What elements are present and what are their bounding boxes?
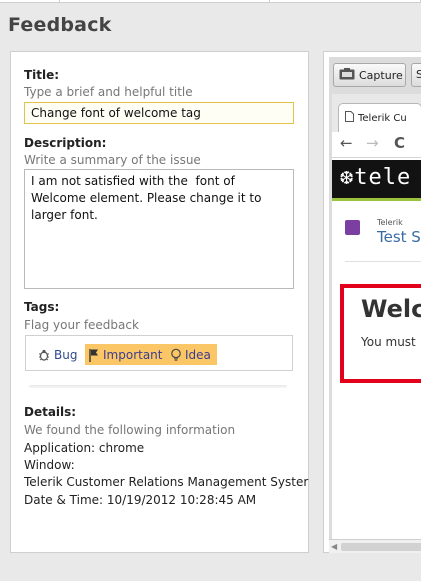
captured-browser-screenshot: Telerik Cu ← → C ❆tele Telerik Test S We… xyxy=(332,94,421,539)
capture-label: Capture xyxy=(359,68,403,82)
browser-tab: Telerik Cu xyxy=(338,103,421,132)
logo-big-text: Test S xyxy=(377,228,421,246)
top-window-strip xyxy=(0,0,421,3)
reload-icon: C xyxy=(394,134,406,152)
second-toolbar-button[interactable]: S xyxy=(411,63,421,87)
content-divider xyxy=(345,261,421,262)
tags-label: Tags: xyxy=(24,300,60,314)
tag-important[interactable]: Important xyxy=(85,344,167,365)
tags-hint: Flag your feedback xyxy=(24,318,139,332)
tag-bug[interactable]: Bug xyxy=(34,344,80,365)
page-title: Feedback xyxy=(8,14,112,36)
description-textarea[interactable]: I am not satisfied with the font of Welc… xyxy=(24,169,294,289)
title-hint: Type a brief and helpful title xyxy=(24,85,193,99)
title-input[interactable] xyxy=(24,102,294,124)
top-strip-segment xyxy=(270,0,421,3)
details-window-value: Telerik Customer Relations Management Sy… xyxy=(24,475,309,489)
browser-tabstrip: Telerik Cu xyxy=(332,94,421,132)
title-label: Title: xyxy=(24,68,60,82)
tag-idea[interactable]: Idea xyxy=(167,344,217,365)
scroll-left-icon[interactable]: ◀ xyxy=(331,542,337,551)
forward-arrow-icon: → xyxy=(366,134,379,152)
flag-icon xyxy=(88,348,100,362)
welcome-subtext: You must xyxy=(361,335,416,349)
browser-navbar: ← → C xyxy=(332,132,421,158)
browser-tab-title: Telerik Cu xyxy=(358,112,407,124)
test-studio-logo-icon xyxy=(345,220,360,235)
section-divider xyxy=(29,385,287,388)
details-hint: We found the following information xyxy=(24,423,236,437)
details-label: Details: xyxy=(24,405,77,419)
description-hint: Write a summary of the issue xyxy=(24,153,201,167)
top-strip-segment xyxy=(60,0,270,3)
capture-button[interactable]: Capture xyxy=(333,63,406,87)
details-application: Application: chrome xyxy=(24,441,145,455)
header-accent-line xyxy=(332,198,421,201)
screenshot-preview-panel: Capture S Telerik Cu ← → C ❆tele Telerik… xyxy=(323,51,421,553)
top-strip-segment xyxy=(0,0,60,3)
tag-selector: Bug Important Idea xyxy=(25,335,293,371)
tag-label: Idea xyxy=(185,347,211,362)
bug-icon xyxy=(37,348,51,362)
tag-label: Important xyxy=(103,347,163,362)
details-window-label: Window: xyxy=(24,458,75,472)
description-label: Description: xyxy=(24,136,107,150)
details-datetime: Date & Time: 10/19/2012 10:28:45 AM xyxy=(24,493,257,507)
page-icon xyxy=(345,111,354,125)
logo-small-text: Telerik xyxy=(377,218,403,227)
camera-icon xyxy=(339,67,355,83)
scrollbar-thumb[interactable] xyxy=(341,543,421,551)
preview-toolbar-area: Capture S Telerik Cu ← → C ❆tele Telerik… xyxy=(329,57,421,553)
lightbulb-icon xyxy=(170,348,182,362)
back-arrow-icon: ← xyxy=(340,134,353,152)
site-brand-logo: ❆tele xyxy=(340,165,412,190)
feedback-form-panel: Title: Type a brief and helpful title De… xyxy=(10,51,309,553)
highlighted-welcome-element: Welc You must xyxy=(340,284,421,383)
tag-label: Bug xyxy=(54,347,78,362)
horizontal-scrollbar[interactable]: ◀ xyxy=(329,539,421,553)
welcome-heading: Welc xyxy=(361,295,421,323)
